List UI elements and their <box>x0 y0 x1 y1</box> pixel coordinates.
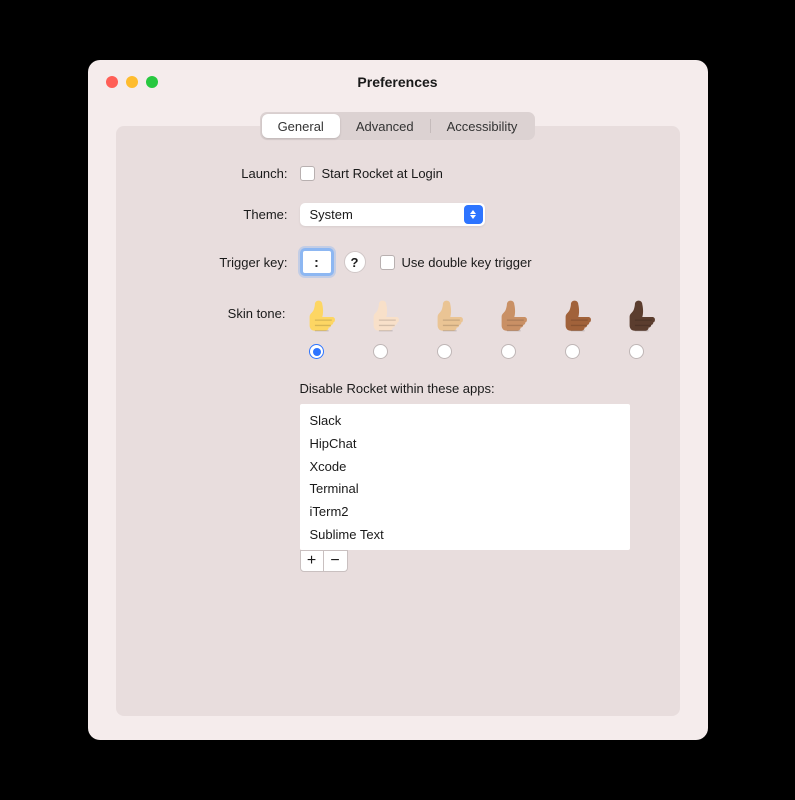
theme-selected-value: System <box>310 207 353 222</box>
skin-tone-label: Skin tone: <box>140 298 298 321</box>
skin-tone-options <box>298 298 656 359</box>
skin-tone-radio[interactable] <box>309 344 324 359</box>
add-app-button[interactable]: + <box>300 550 324 572</box>
remove-app-button[interactable]: − <box>324 550 348 572</box>
trigger-help-button[interactable]: ? <box>344 251 366 273</box>
thumbs-up-icon <box>554 298 592 336</box>
theme-select[interactable]: System <box>300 203 485 226</box>
preferences-window: Preferences General Advanced Accessibili… <box>88 60 708 740</box>
launch-checkbox[interactable] <box>300 166 315 181</box>
double-trigger-label: Use double key trigger <box>402 255 532 270</box>
thumbs-up-icon <box>426 298 464 336</box>
skin-tone-radio[interactable] <box>437 344 452 359</box>
tab-general[interactable]: General <box>262 114 340 138</box>
window-title: Preferences <box>88 74 708 90</box>
skin-tone-option-5[interactable] <box>618 298 656 359</box>
skin-tone-option-1[interactable] <box>362 298 400 359</box>
skin-tone-radio[interactable] <box>565 344 580 359</box>
list-item[interactable]: Sublime Text <box>310 524 620 547</box>
minus-icon: − <box>330 553 339 569</box>
launch-row: Launch: Start Rocket at Login <box>140 166 656 181</box>
theme-label: Theme: <box>140 207 300 222</box>
theme-row: Theme: System <box>140 203 656 226</box>
skin-tone-radio[interactable] <box>373 344 388 359</box>
select-arrows-icon <box>464 205 483 224</box>
skin-tone-option-3[interactable] <box>490 298 528 359</box>
tab-group: General Advanced Accessibility <box>260 112 536 140</box>
list-item[interactable]: Xcode <box>310 456 620 479</box>
thumbs-up-icon <box>490 298 528 336</box>
skin-tone-radio[interactable] <box>629 344 644 359</box>
trigger-row: Trigger key: : ? Use double key trigger <box>140 248 656 276</box>
disable-apps-section: Disable Rocket within these apps: SlackH… <box>300 381 656 572</box>
plus-icon: + <box>307 553 316 569</box>
trigger-key-value: : <box>314 254 319 270</box>
double-trigger-checkbox[interactable] <box>380 255 395 270</box>
thumbs-up-icon <box>298 298 336 336</box>
thumbs-up-icon <box>618 298 656 336</box>
list-item[interactable]: Slack <box>310 410 620 433</box>
list-item[interactable]: iTerm2 <box>310 501 620 524</box>
skin-tone-row: Skin tone: <box>140 298 656 359</box>
skin-tone-option-4[interactable] <box>554 298 592 359</box>
titlebar: Preferences <box>88 60 708 104</box>
thumbs-up-icon <box>362 298 400 336</box>
launch-checkbox-label: Start Rocket at Login <box>322 166 443 181</box>
list-controls: + − <box>300 550 656 572</box>
form: Launch: Start Rocket at Login Theme: Sys… <box>140 166 656 572</box>
trigger-label: Trigger key: <box>140 255 300 270</box>
list-item[interactable]: HipChat <box>310 433 620 456</box>
skin-tone-option-2[interactable] <box>426 298 464 359</box>
settings-panel: General Advanced Accessibility Launch: S… <box>116 126 680 716</box>
skin-tone-radio[interactable] <box>501 344 516 359</box>
trigger-key-input[interactable]: : <box>300 248 334 276</box>
list-item[interactable]: Terminal <box>310 478 620 501</box>
launch-label: Launch: <box>140 166 300 181</box>
tab-bar: General Advanced Accessibility <box>140 112 656 140</box>
content-area: General Advanced Accessibility Launch: S… <box>88 104 708 738</box>
disable-apps-label: Disable Rocket within these apps: <box>300 381 656 396</box>
question-icon: ? <box>351 255 359 270</box>
tab-advanced[interactable]: Advanced <box>340 114 430 138</box>
disabled-apps-list[interactable]: SlackHipChatXcodeTerminaliTerm2Sublime T… <box>300 404 630 550</box>
skin-tone-option-0[interactable] <box>298 298 336 359</box>
tab-accessibility[interactable]: Accessibility <box>431 114 534 138</box>
